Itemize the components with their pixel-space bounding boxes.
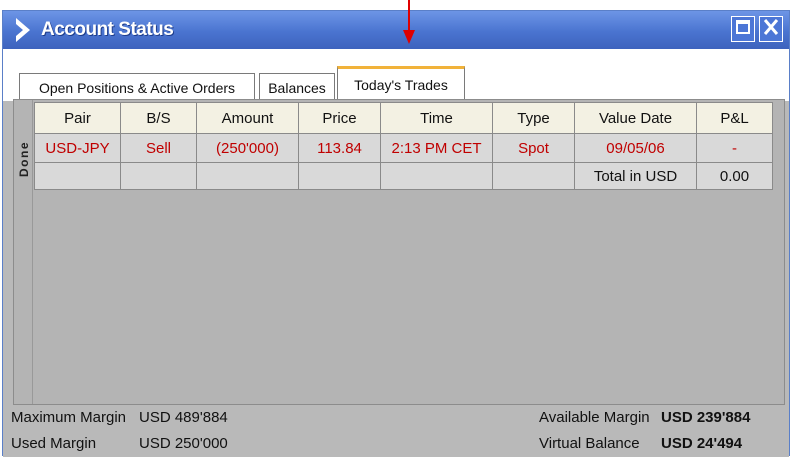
window-title: Account Status <box>41 19 174 40</box>
empty-cell <box>492 162 575 190</box>
side-tab-label: Done Trades <box>17 135 49 183</box>
used-margin-value: USD 250'000 <box>139 435 228 452</box>
cell-amount: (250'000) <box>196 133 299 163</box>
cell-type: Spot <box>492 133 575 163</box>
cell-time: 2:13 PM CET <box>380 133 493 163</box>
virtual-balance-label: Virtual Balance <box>539 435 640 452</box>
available-margin-value: USD 239'884 <box>661 409 751 426</box>
tab-balances[interactable]: Balances <box>259 73 335 101</box>
cell-pair: USD-JPY <box>34 133 121 163</box>
max-margin-value: USD 489'884 <box>139 409 228 426</box>
column-header-type[interactable]: Type <box>492 102 575 134</box>
title-bar[interactable]: Account Status <box>3 11 789 49</box>
tab-strip: Open Positions & Active Orders Balances … <box>3 49 789 101</box>
tab-open-positions[interactable]: Open Positions & Active Orders <box>19 73 255 101</box>
max-margin-label: Maximum Margin <box>11 409 127 426</box>
done-trades-side-tab[interactable]: Done Trades <box>14 100 49 404</box>
column-header-price[interactable]: Price <box>298 102 381 134</box>
down-arrow-icon <box>402 0 416 46</box>
cell-price: 113.84 <box>298 133 381 163</box>
empty-cell <box>120 162 197 190</box>
trades-panel: Done Trades Pair B/S Amount Price Time T… <box>13 99 785 405</box>
table-row[interactable]: USD-JPY Sell (250'000) 113.84 2:13 PM CE… <box>34 133 773 163</box>
column-header-pl[interactable]: P&L <box>696 102 773 134</box>
total-row: Total in USD 0.00 <box>34 162 773 190</box>
virtual-balance-value: USD 24'494 <box>661 435 743 452</box>
total-label: Total in USD <box>574 162 697 190</box>
maximize-icon <box>736 19 750 39</box>
maximize-button[interactable] <box>731 16 755 42</box>
total-value: 0.00 <box>696 162 773 190</box>
tab-todays-trades[interactable]: Today's Trades <box>337 66 465 101</box>
close-icon <box>763 18 779 41</box>
column-header-pair[interactable]: Pair <box>34 102 121 134</box>
column-header-amount[interactable]: Amount <box>196 102 299 134</box>
empty-cell <box>34 162 121 190</box>
cell-value-date: 09/05/06 <box>574 133 697 163</box>
table-header-row: Pair B/S Amount Price Time Type Value Da… <box>34 102 773 134</box>
column-header-time[interactable]: Time <box>380 102 493 134</box>
cell-bs: Sell <box>120 133 197 163</box>
margin-footer: Maximum Margin USD 489'884 Used Margin U… <box>3 405 789 457</box>
empty-cell <box>298 162 381 190</box>
cell-pl: - <box>696 133 773 163</box>
close-button[interactable] <box>759 16 783 42</box>
empty-cell <box>196 162 299 190</box>
chevron-right-icon <box>11 15 35 45</box>
available-margin-label: Available Margin <box>539 409 650 426</box>
account-status-window: Account Status Open Positions & Active O… <box>2 10 790 457</box>
column-header-bs[interactable]: B/S <box>120 102 197 134</box>
used-margin-label: Used Margin <box>11 435 97 452</box>
empty-cell <box>380 162 493 190</box>
column-header-value-date[interactable]: Value Date <box>574 102 697 134</box>
trades-table: Pair B/S Amount Price Time Type Value Da… <box>34 102 773 190</box>
